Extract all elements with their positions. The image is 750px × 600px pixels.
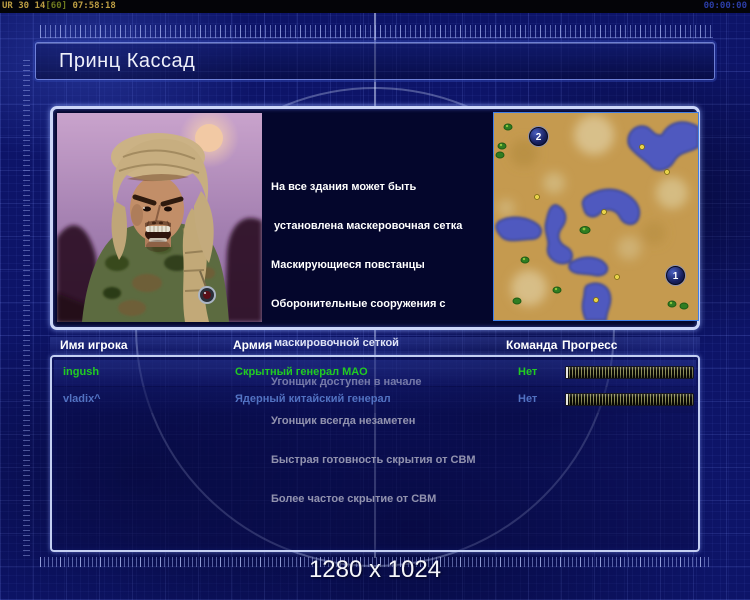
clock-time: 07:58:18 (72, 1, 116, 11)
player-name: vladix^ (63, 393, 101, 405)
table-row: ingush Скрытный генерал МАО Нет (54, 360, 696, 386)
general-title: Принц Кассад (59, 50, 196, 72)
load-progress-bar (565, 393, 694, 406)
ability-line: Оборонительные сооружения с (271, 298, 446, 310)
loading-screen: UR 30 14[60] 07:58:18 00:00:00 Принц Кас… (0, 0, 750, 600)
minimap (493, 112, 699, 321)
fps-cap: [60] (45, 1, 68, 11)
minimap-terrain (494, 113, 698, 320)
ability-line: На все здания может быть (271, 181, 417, 193)
start-position-marker: 1 (666, 266, 685, 285)
ability-line: Маскирующиеся повстанцы (271, 259, 425, 271)
table-row: vladix^ Ядерный китайский генерал Нет (54, 387, 696, 413)
start-position-marker: 2 (529, 127, 548, 146)
column-header-army: Армия (233, 338, 273, 352)
player-team: Нет (518, 393, 538, 405)
general-portrait-image (57, 113, 262, 322)
player-name: ingush (63, 366, 100, 378)
general-portrait (57, 113, 262, 322)
column-header-name: Имя игрока (60, 338, 128, 352)
left-ruler-ticks (23, 60, 30, 556)
column-header-progress: Прогресс (562, 338, 618, 352)
player-team: Нет (518, 366, 538, 378)
resolution-label: 1280 x 1024 (308, 556, 442, 583)
column-header-team: Команда (506, 338, 558, 352)
ability-line: установлена маскеровочная сетка (271, 220, 463, 232)
load-progress-bar (565, 366, 694, 379)
debug-status-bar: UR 30 14[60] 07:58:18 00:00:00 (0, 0, 750, 13)
player-army: Ядерный китайский генерал (235, 393, 391, 405)
player-army: Скрытный генерал МАО (235, 366, 368, 378)
top-ruler-ticks (40, 25, 713, 38)
fps-values: UR 30 14 (2, 1, 46, 11)
game-timer: 00:00:00 (703, 1, 747, 11)
player-table-header: Имя игрока Армия Команда Прогресс (50, 337, 700, 355)
player-table-panel: ingush Скрытный генерал МАО Нет vladix^ … (50, 355, 700, 552)
title-bar: Принц Кассад (35, 42, 715, 80)
fps-counter: UR 30 14[60] 07:58:18 (2, 0, 116, 13)
